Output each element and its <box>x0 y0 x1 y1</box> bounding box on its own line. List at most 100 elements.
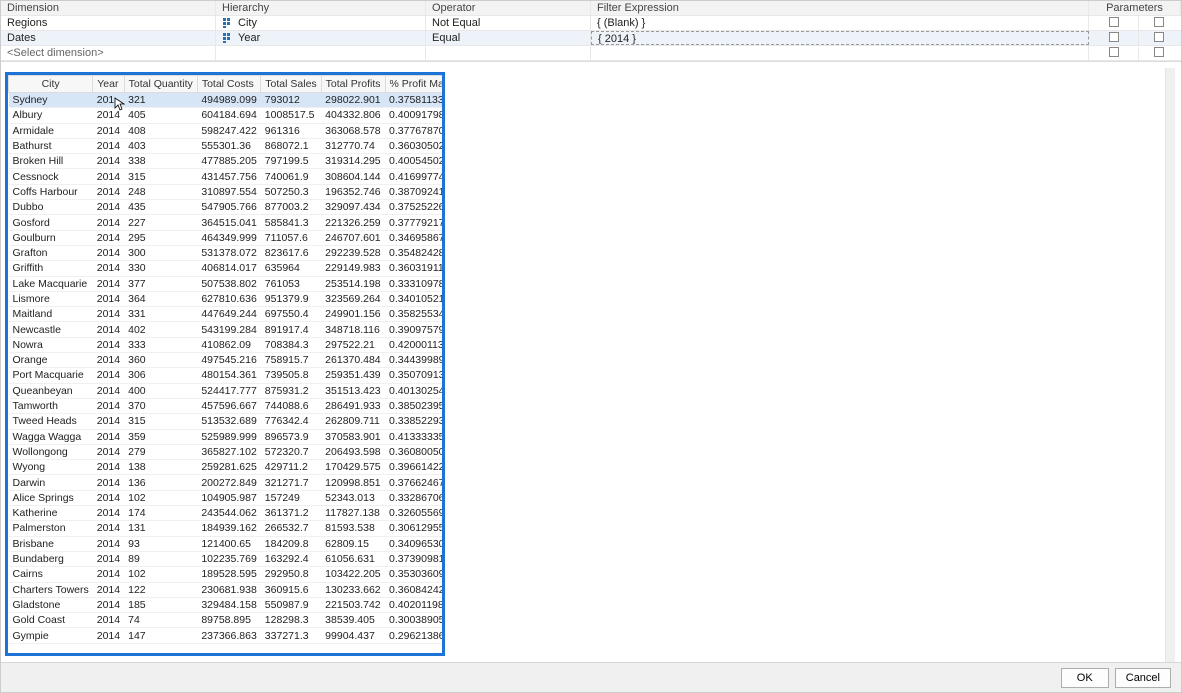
filter-hierarchy[interactable]: Year <box>216 31 426 45</box>
filter-expression[interactable]: { 2014 } <box>591 31 1089 45</box>
table-row[interactable]: Cessnock2014315431457.756740061.9308604.… <box>9 169 446 184</box>
table-row[interactable]: Lake Macquarie2014377507538.802761053253… <box>9 276 446 291</box>
table-row[interactable]: Gosford2014227364515.041585841.3221326.2… <box>9 215 446 230</box>
table-row[interactable]: Broken Hill2014338477885.205797199.53193… <box>9 154 446 169</box>
filter-param-a[interactable] <box>1089 31 1139 45</box>
table-row[interactable]: Palmerston2014131184939.162266532.781593… <box>9 521 446 536</box>
table-row[interactable]: Bathurst2014403555301.36868072.1312770.7… <box>9 138 446 153</box>
table-row[interactable]: Cairns2014102189528.595292950.8103422.20… <box>9 567 446 582</box>
cell-sales: 184209.8 <box>261 536 321 551</box>
cancel-button[interactable]: Cancel <box>1115 668 1171 688</box>
table-row[interactable]: Charters Towers2014122230681.938360915.6… <box>9 582 446 597</box>
filter-operator[interactable]: Equal <box>426 31 591 45</box>
table-row[interactable]: Albury2014405604184.6941008517.5404332.8… <box>9 108 446 123</box>
table-row[interactable]: Port Macquarie2014306480154.361739505.82… <box>9 368 446 383</box>
cell-costs: 525989.999 <box>197 429 260 444</box>
filter-param-b[interactable] <box>1139 31 1179 45</box>
table-row[interactable]: Maitland2014331447649.244697550.4249901.… <box>9 307 446 322</box>
col-costs[interactable]: Total Costs <box>197 76 260 93</box>
cell-margin: 0.29621386996… <box>385 628 445 643</box>
filter-hierarchy[interactable]: City <box>216 16 426 30</box>
cell-profits: 351513.423 <box>321 383 385 398</box>
table-row[interactable]: Nowra2014333410862.09708384.3297522.210.… <box>9 337 446 352</box>
table-row[interactable]: Griffith2014330406814.017635964229149.98… <box>9 261 446 276</box>
checkbox-icon[interactable] <box>1109 32 1119 42</box>
table-row[interactable]: Sydney201321494989.099793012298022.9010.… <box>9 93 446 108</box>
cell-costs: 410862.09 <box>197 337 260 352</box>
checkbox-icon[interactable] <box>1109 47 1119 57</box>
table-row[interactable]: Armidale2014408598247.422961316363068.57… <box>9 123 446 138</box>
cell-sales: 697550.4 <box>261 307 321 322</box>
table-row[interactable]: Alice Springs2014102104905.9871572495234… <box>9 490 446 505</box>
filter-operator[interactable]: Not Equal <box>426 16 591 30</box>
filter-param-a[interactable] <box>1089 46 1139 60</box>
table-row[interactable]: Goulburn2014295464349.999711057.6246707.… <box>9 230 446 245</box>
table-row[interactable]: Queanbeyan2014400524417.777875931.235151… <box>9 383 446 398</box>
table-row[interactable]: Gold Coast20147489758.895128298.338539.4… <box>9 613 446 628</box>
cell-costs: 406814.017 <box>197 261 260 276</box>
cell-profits: 261370.484 <box>321 353 385 368</box>
cell-qty: 74 <box>124 613 197 628</box>
cell-qty: 370 <box>124 398 197 413</box>
table-row[interactable]: Brisbane201493121400.65184209.862809.150… <box>9 536 446 551</box>
cell-year: 2014 <box>93 322 124 337</box>
col-year[interactable]: Year <box>93 76 124 93</box>
cell-sales: 429711.2 <box>261 460 321 475</box>
checkbox-icon[interactable] <box>1109 17 1119 27</box>
cell-city: Cessnock <box>9 169 93 184</box>
cell-qty: 405 <box>124 108 197 123</box>
cell-year: 2014 <box>93 429 124 444</box>
table-row[interactable]: Wyong2014138259281.625429711.2170429.575… <box>9 460 446 475</box>
table-row[interactable]: Bundaberg201489102235.769163292.461056.6… <box>9 551 446 566</box>
filter-row-regions[interactable]: Regions City Not Equal { (Blank) } <box>1 16 1181 31</box>
table-row[interactable]: Darwin2014136200272.849321271.7120998.85… <box>9 475 446 490</box>
cell-year: 2014 <box>93 169 124 184</box>
col-margin[interactable]: % Profit Margin <box>385 76 445 93</box>
cell-city: Maitland <box>9 307 93 322</box>
table-row[interactable]: Tweed Heads2014315513532.689776342.42628… <box>9 414 446 429</box>
filter-param-a[interactable] <box>1089 16 1139 30</box>
cell-profits: 286491.933 <box>321 398 385 413</box>
checkbox-icon[interactable] <box>1154 47 1164 57</box>
cell-costs: 524417.777 <box>197 383 260 398</box>
table-row[interactable]: Coffs Harbour2014248310897.554507250.319… <box>9 184 446 199</box>
col-profits[interactable]: Total Profits <box>321 76 385 93</box>
table-row[interactable]: Wollongong2014279365827.102572320.720649… <box>9 444 446 459</box>
cell-city: Charters Towers <box>9 582 93 597</box>
table-row[interactable]: Lismore2014364627810.636951379.9323569.2… <box>9 291 446 306</box>
col-city[interactable]: City <box>9 76 93 93</box>
cell-sales: 635964 <box>261 261 321 276</box>
cell-sales: 128298.3 <box>261 613 321 628</box>
cell-margin: 0.33852293910… <box>385 414 445 429</box>
cell-sales: 572320.7 <box>261 444 321 459</box>
table-row[interactable]: Grafton2014300531378.072823617.6292239.5… <box>9 245 446 260</box>
select-dimension-placeholder[interactable]: <Select dimension> <box>1 46 216 60</box>
cell-sales: 797199.5 <box>261 154 321 169</box>
cell-margin: 0.39097579663… <box>385 322 445 337</box>
cell-costs: 547905.766 <box>197 200 260 215</box>
filter-row-new[interactable]: <Select dimension> <box>1 46 1181 61</box>
table-row[interactable]: Orange2014360497545.216758915.7261370.48… <box>9 353 446 368</box>
filter-expression[interactable]: { (Blank) } <box>591 16 1089 30</box>
table-row[interactable]: Tamworth2014370457596.667744088.6286491.… <box>9 398 446 413</box>
table-row[interactable]: Wagga Wagga2014359525989.999896573.93705… <box>9 429 446 444</box>
ok-button[interactable]: OK <box>1061 668 1109 688</box>
filter-param-b[interactable] <box>1139 16 1179 30</box>
cell-year: 2014 <box>93 245 124 260</box>
checkbox-icon[interactable] <box>1154 32 1164 42</box>
table-row[interactable]: Gympie2014147237366.863337271.399904.437… <box>9 628 446 643</box>
preview-header-row: City Year Total Quantity Total Costs Tot… <box>9 76 446 93</box>
filter-row-dates[interactable]: Dates Year Equal { 2014 } <box>1 31 1181 46</box>
cell-sales: 360915.6 <box>261 582 321 597</box>
checkbox-icon[interactable] <box>1154 17 1164 27</box>
table-row[interactable]: Newcastle2014402543199.284891917.4348718… <box>9 322 446 337</box>
table-row[interactable]: Katherine2014174243544.062361371.2117827… <box>9 506 446 521</box>
cell-costs: 555301.36 <box>197 138 260 153</box>
vertical-scrollbar[interactable] <box>1165 68 1175 662</box>
table-row[interactable]: Dubbo2014435547905.766877003.2329097.434… <box>9 200 446 215</box>
col-sales[interactable]: Total Sales <box>261 76 321 93</box>
filter-param-b[interactable] <box>1139 46 1179 60</box>
col-qty[interactable]: Total Quantity <box>124 76 197 93</box>
table-row[interactable]: Gladstone2014185329484.158550987.9221503… <box>9 597 446 612</box>
cell-city: Cairns <box>9 567 93 582</box>
